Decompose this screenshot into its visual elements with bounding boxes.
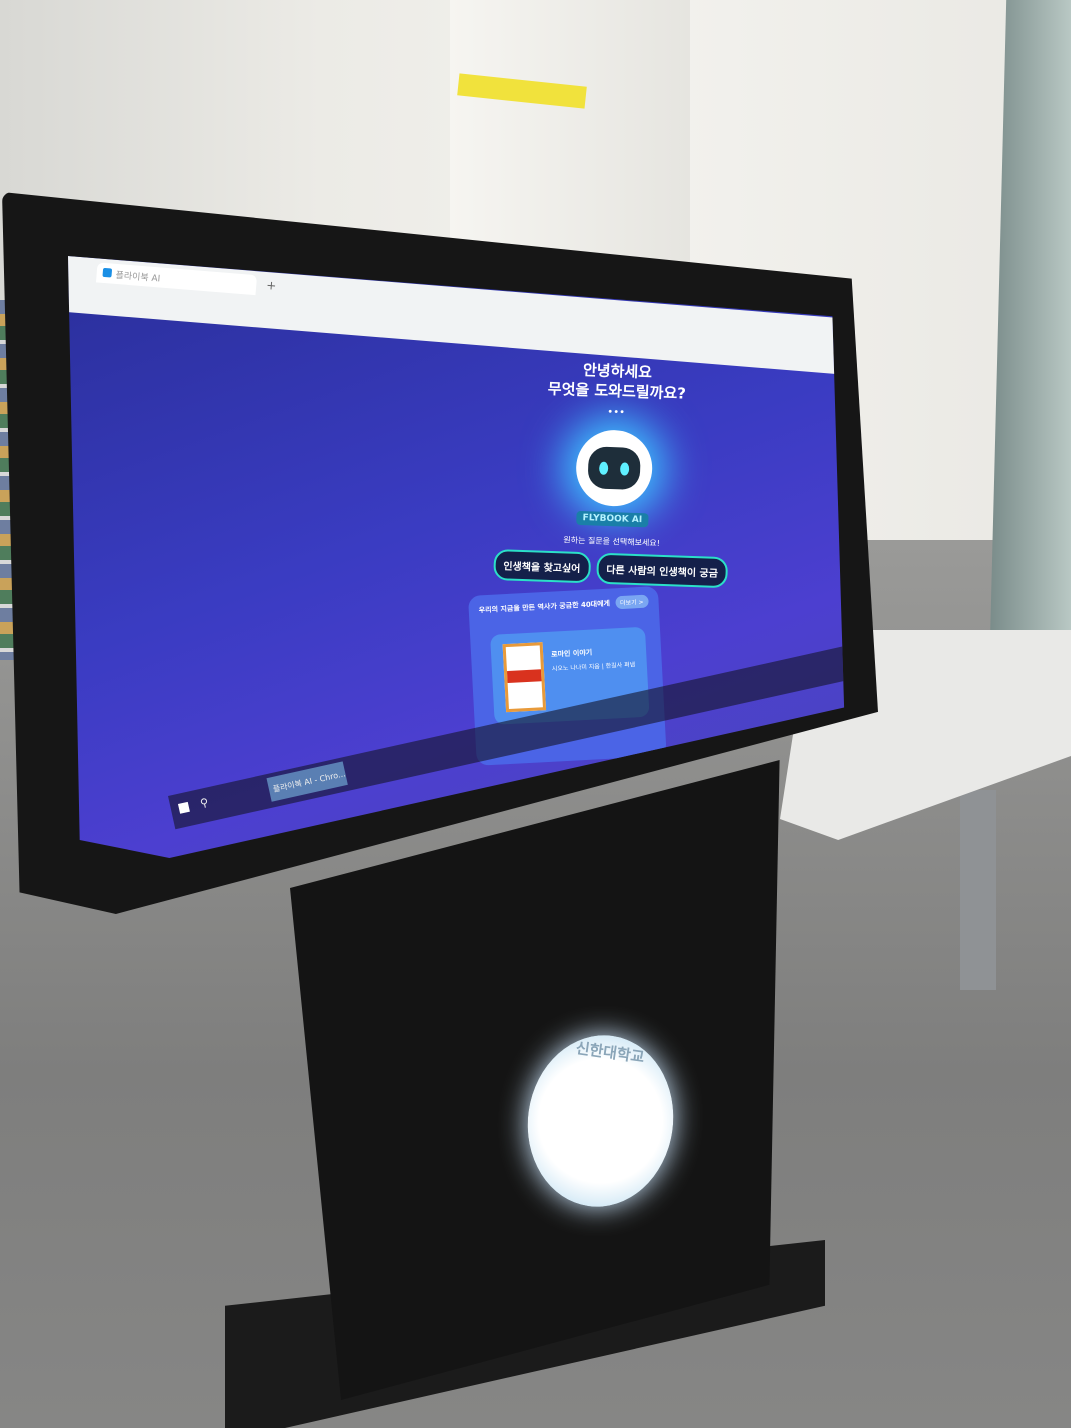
- brand-badge: FLYBOOK AI: [576, 510, 649, 528]
- book-cover: [502, 642, 547, 713]
- seal-text: 신한대학교: [574, 1038, 646, 1067]
- taskbar-chrome-app[interactable]: 플라이북 AI - Chro...: [266, 761, 348, 802]
- search-icon[interactable]: ⚲: [199, 796, 210, 810]
- typing-indicator: •••: [607, 406, 626, 419]
- book-meta: 시오노 나나미 지음 | 한길사 펴냄: [551, 661, 636, 673]
- more-button[interactable]: 더보기 >: [614, 594, 649, 610]
- flybook-favicon-icon: [102, 267, 113, 278]
- question-button-find-book[interactable]: 인생책을 찾고싶어: [492, 549, 591, 584]
- chat-welcome: 안녕하세요 무엇을 도와드릴까요? ••• FLYBOOK AI 원하는 질문을…: [460, 356, 768, 589]
- robot-avatar-icon: [574, 428, 654, 508]
- tab-title: 플라이북 AI: [115, 270, 161, 285]
- book-title: 로마인 이야기: [550, 648, 593, 659]
- new-tab-button[interactable]: +: [266, 278, 277, 293]
- table-leg: [960, 790, 996, 990]
- question-button-others-books[interactable]: 다른 사람의 인생책이 궁금: [595, 552, 729, 589]
- windows-start-icon[interactable]: [177, 801, 190, 814]
